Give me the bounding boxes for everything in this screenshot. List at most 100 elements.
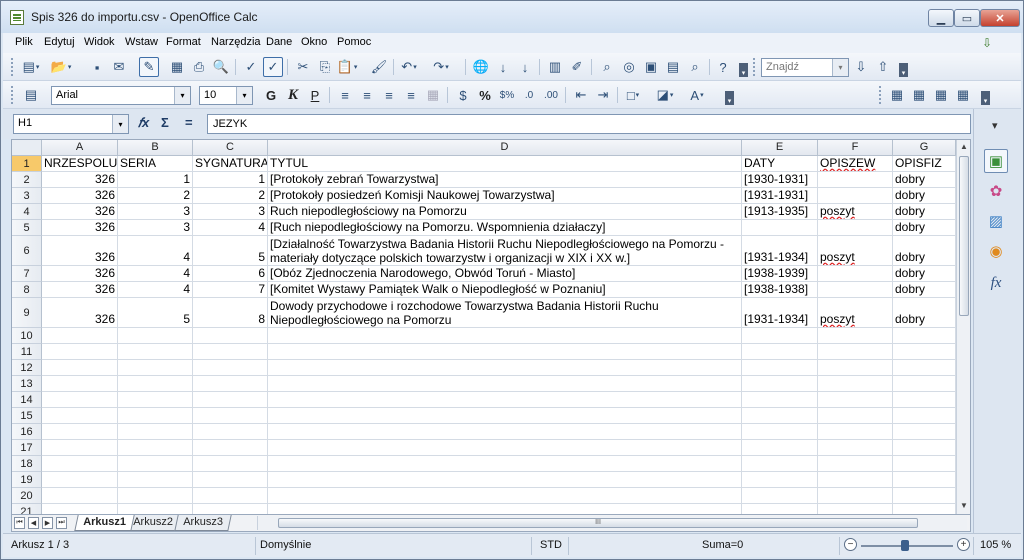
format-paintbrush-icon[interactable]: 🖌 (369, 57, 389, 77)
cell-e5[interactable] (742, 220, 818, 236)
edit-file-icon[interactable]: ✎ (139, 57, 159, 77)
zoom-slider-handle[interactable] (901, 540, 909, 551)
column-header-g[interactable]: G (893, 140, 956, 156)
minimize-button[interactable]: ▁ (928, 9, 954, 27)
column-header-f[interactable]: F (818, 140, 893, 156)
cell-b4[interactable]: 3 (118, 204, 193, 220)
cell-g12[interactable] (893, 360, 956, 376)
last-sheet-icon[interactable]: ⏭ (56, 517, 67, 529)
cell-b7[interactable]: 4 (118, 266, 193, 282)
cell-f8[interactable] (818, 282, 893, 298)
cell-b8[interactable]: 4 (118, 282, 193, 298)
cell-e10[interactable] (742, 328, 818, 344)
email-icon[interactable]: ✉ (109, 57, 129, 77)
cell-b6[interactable]: 4 (118, 236, 193, 266)
document-close-icon[interactable]: ⇩ (982, 36, 996, 50)
delete-rows-icon[interactable]: ▦ (931, 85, 951, 105)
cell-d16[interactable] (268, 424, 742, 440)
cell-b5[interactable]: 3 (118, 220, 193, 236)
cell-e13[interactable] (742, 376, 818, 392)
cell-b15[interactable] (118, 408, 193, 424)
cell-a6[interactable]: 326 (42, 236, 118, 266)
spellcheck-icon[interactable]: ✓ (241, 57, 261, 77)
cell-g14[interactable] (893, 392, 956, 408)
row-header[interactable]: 4 (12, 204, 42, 220)
row-header[interactable]: 18 (12, 456, 42, 472)
paste-icon[interactable]: 📋 ▾ (337, 57, 358, 77)
zoom-out-button[interactable]: − (844, 538, 857, 551)
cell-g13[interactable] (893, 376, 956, 392)
row-header[interactable]: 3 (12, 188, 42, 204)
cell-a1[interactable]: NRZESPOLU (42, 156, 118, 172)
cell-c1[interactable]: SYGNATURA (193, 156, 268, 172)
formula-input[interactable]: JEZYK (207, 114, 971, 134)
cell-b3[interactable]: 2 (118, 188, 193, 204)
cell-e11[interactable] (742, 344, 818, 360)
cell-d14[interactable] (268, 392, 742, 408)
cell-f18[interactable] (818, 456, 893, 472)
cell-b9[interactable]: 5 (118, 298, 193, 328)
zoom-in-button[interactable]: + (957, 538, 970, 551)
find-previous-icon[interactable]: ⇧ (873, 57, 893, 77)
cell-g18[interactable] (893, 456, 956, 472)
cell-b1[interactable]: SERIA (118, 156, 193, 172)
row-header[interactable]: 19 (12, 472, 42, 488)
row-header[interactable]: 10 (12, 328, 42, 344)
cell-d13[interactable] (268, 376, 742, 392)
format-toolbar-overflow-icon[interactable]: ▾ (725, 91, 734, 105)
tab-arkusz1[interactable]: Arkusz1 (74, 515, 135, 531)
cell-d8[interactable]: [Komitet Wystawy Pamiątek Walk o Niepodl… (268, 282, 742, 298)
cell-f16[interactable] (818, 424, 893, 440)
menu-edytuj[interactable]: Edytuj (44, 36, 75, 48)
cell-b18[interactable] (118, 456, 193, 472)
scroll-down-icon[interactable]: ▼ (959, 501, 969, 513)
navigator-icon[interactable]: ◎ (619, 57, 639, 77)
cell-b14[interactable] (118, 392, 193, 408)
cell-c4[interactable]: 3 (193, 204, 268, 220)
first-sheet-icon[interactable]: ⏮ (14, 517, 25, 529)
delete-columns-icon[interactable]: ▦ (953, 85, 973, 105)
menu-pomoc[interactable]: Pomoc (337, 36, 371, 48)
new-document-icon[interactable]: ▤ ▾ (21, 57, 41, 77)
cell-g8[interactable]: dobry (893, 282, 956, 298)
cell-b2[interactable]: 1 (118, 172, 193, 188)
cell-c21[interactable] (193, 504, 268, 514)
chevron-down-icon[interactable]: ▾ (236, 87, 252, 104)
insert-rows-icon[interactable]: ▦ (887, 85, 907, 105)
gallery-icon[interactable]: ▨ (984, 209, 1008, 233)
row-header[interactable]: 15 (12, 408, 42, 424)
vertical-scroll-thumb[interactable] (959, 156, 969, 316)
horizontal-scrollbar[interactable]: III (257, 516, 967, 530)
cell-c8[interactable]: 7 (193, 282, 268, 298)
row-header[interactable]: 12 (12, 360, 42, 376)
cell-b11[interactable] (118, 344, 193, 360)
sort-descending-icon[interactable]: ↓ (515, 57, 535, 77)
cell-g3[interactable]: dobry (893, 188, 956, 204)
cell-a16[interactable] (42, 424, 118, 440)
cell-c15[interactable] (193, 408, 268, 424)
navigator-icon[interactable]: ◉ (984, 239, 1008, 263)
cell-b17[interactable] (118, 440, 193, 456)
cell-g10[interactable] (893, 328, 956, 344)
cell-d17[interactable] (268, 440, 742, 456)
cell-e15[interactable] (742, 408, 818, 424)
cell-d18[interactable] (268, 456, 742, 472)
draw-functions-icon[interactable]: ✐ (567, 57, 587, 77)
column-header-d[interactable]: D (268, 140, 742, 156)
cell-a19[interactable] (42, 472, 118, 488)
cell-d6[interactable]: [Działalność Towarzystwa Badania Histori… (268, 236, 742, 266)
percent-format-button[interactable]: % (475, 85, 495, 105)
function-equals-icon[interactable]: = (185, 115, 193, 130)
cell-b20[interactable] (118, 488, 193, 504)
cell-e18[interactable] (742, 456, 818, 472)
align-center-icon[interactable]: ≡ (357, 85, 377, 105)
cell-g11[interactable] (893, 344, 956, 360)
data-sources-icon[interactable]: ▤ (663, 57, 683, 77)
selection-mode[interactable]: STD (540, 539, 562, 551)
cell-d5[interactable]: [Ruch niepodległościowy na Pomorzu. Wspo… (268, 220, 742, 236)
cell-e9[interactable]: [1931-1934] (742, 298, 818, 328)
row-header[interactable]: 5 (12, 220, 42, 236)
merge-cells-icon[interactable]: ▦ (423, 85, 443, 105)
column-header-c[interactable]: C (193, 140, 268, 156)
cell-a14[interactable] (42, 392, 118, 408)
